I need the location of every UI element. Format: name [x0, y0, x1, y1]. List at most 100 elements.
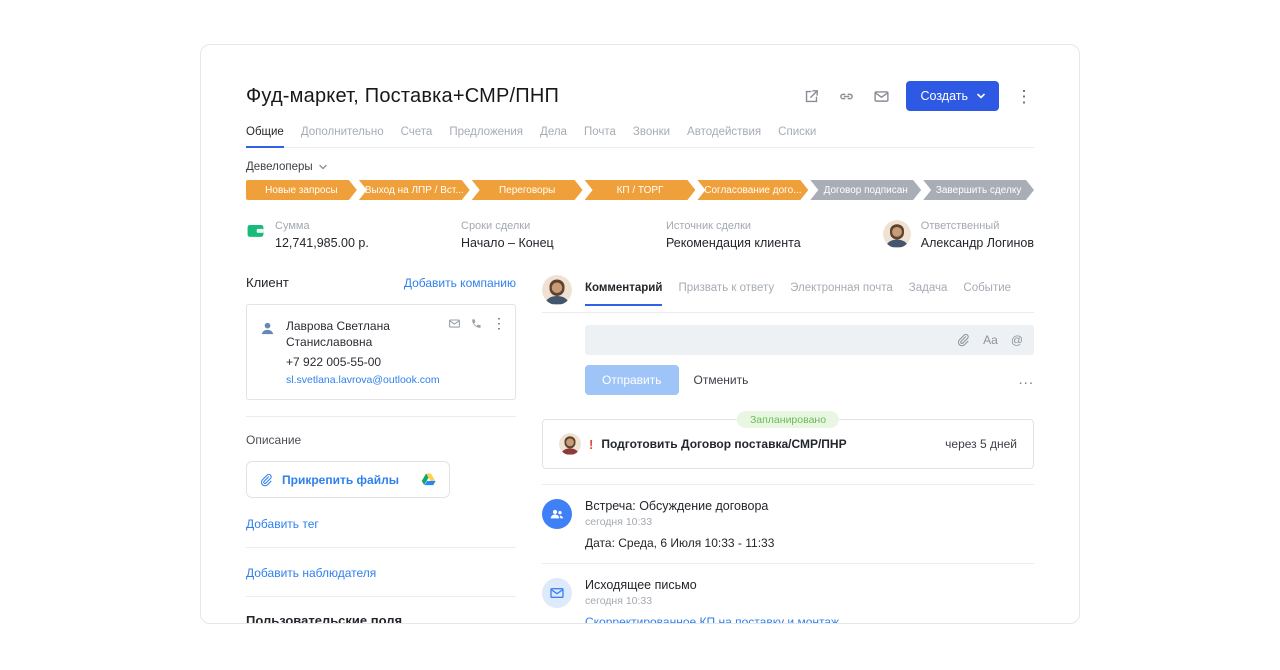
- meeting-time: сегодня 10:33: [585, 516, 774, 528]
- stage-close-deal[interactable]: Завершить сделку: [923, 180, 1034, 200]
- title-actions: Создать ⋮: [801, 81, 1034, 111]
- email-entry[interactable]: Исходящее письмо сегодня 10:33 Скорректи…: [542, 564, 1034, 624]
- timeline-tabs-row: Комментарий Призвать к ответу Электронна…: [542, 275, 1034, 313]
- main-tabs: Общие Дополнительно Счета Предложения Де…: [246, 126, 1034, 148]
- priority-exclamation-icon: !: [589, 437, 593, 452]
- open-in-new-icon[interactable]: [801, 86, 821, 106]
- timeline-panel: Комментарий Призвать к ответу Электронна…: [542, 275, 1034, 623]
- more-menu-icon[interactable]: ⋮: [1014, 86, 1034, 106]
- meeting-icon: [542, 499, 572, 529]
- tab-lists[interactable]: Списки: [778, 126, 816, 147]
- timeline-tab-event[interactable]: Событие: [963, 282, 1011, 305]
- divider: [246, 416, 516, 417]
- timeline-tab-email[interactable]: Электронная почта: [790, 282, 893, 305]
- stage-decision-maker[interactable]: Выход на ЛПР / Вст...: [359, 180, 470, 200]
- stage-new-requests[interactable]: Новые запросы: [246, 180, 357, 200]
- task-title[interactable]: Подготовить Договор поставка/СМР/ПНР: [601, 437, 846, 451]
- meeting-title[interactable]: Встреча: Обсуждение договора: [585, 499, 774, 513]
- owner-avatar[interactable]: [883, 220, 911, 248]
- page-background: Фуд-маркет, Поставка+СМР/ПНП Создать: [0, 0, 1280, 670]
- stage-negotiations[interactable]: Переговоры: [472, 180, 583, 200]
- attach-icon[interactable]: [956, 333, 970, 347]
- attach-files-button[interactable]: Прикрепить файлы: [246, 461, 450, 498]
- page-title: Фуд-маркет, Поставка+СМР/ПНП: [246, 85, 559, 108]
- create-button-label: Создать: [920, 89, 968, 103]
- amount-value: 12,741,985.00 р.: [275, 236, 369, 250]
- paperclip-icon: [259, 473, 273, 487]
- mail-icon[interactable]: [871, 86, 891, 106]
- tab-additional[interactable]: Дополнительно: [301, 126, 384, 147]
- contact-name[interactable]: Лаврова Светлана Станиславовна: [286, 318, 406, 350]
- outgoing-email-icon: [542, 578, 572, 608]
- pipeline-selector[interactable]: Девелоперы: [246, 161, 327, 173]
- custom-fields-title: Пользовательские поля: [246, 613, 516, 624]
- divider: [246, 547, 516, 548]
- owner-label: Ответственный: [921, 220, 1034, 232]
- call-icon[interactable]: [470, 317, 483, 330]
- comment-input[interactable]: Aa @: [585, 325, 1034, 355]
- amount-block: Сумма 12,741,985.00 р.: [246, 220, 461, 250]
- tab-general[interactable]: Общие: [246, 126, 284, 147]
- timeline-tab-mention[interactable]: Призвать к ответу: [678, 282, 774, 305]
- source-label: Источник сделки: [666, 220, 883, 232]
- attach-files-label: Прикрепить файлы: [282, 473, 399, 487]
- contact-email[interactable]: sl.svetlana.lavrova@outlook.com: [286, 374, 440, 386]
- amount-label: Сумма: [275, 220, 369, 232]
- add-company-link[interactable]: Добавить компанию: [404, 276, 516, 290]
- tab-mail[interactable]: Почта: [584, 126, 616, 147]
- format-icon[interactable]: Aa: [983, 333, 998, 347]
- timeline-tab-task[interactable]: Задача: [909, 282, 948, 305]
- add-tag-link[interactable]: Добавить тег: [246, 517, 319, 531]
- owner-block: Ответственный Александр Логинов: [883, 220, 1034, 250]
- mention-icon[interactable]: @: [1011, 333, 1023, 347]
- copy-link-icon[interactable]: [836, 86, 856, 106]
- timeline-tab-comment[interactable]: Комментарий: [585, 282, 662, 305]
- planned-task-card[interactable]: Запланировано ! Подготовить Договор пост…: [542, 419, 1034, 469]
- email-subject-link[interactable]: Скорректированное КП на поставку и монта…: [585, 615, 918, 624]
- client-panel: Клиент Добавить компанию Лаврова Светлан…: [246, 275, 516, 623]
- stage-contract-approval[interactable]: Согласование дого...: [697, 180, 808, 200]
- task-due: через 5 дней: [945, 437, 1017, 451]
- title-bar: Фуд-маркет, Поставка+СМР/ПНП Создать: [246, 81, 1034, 111]
- email-time: сегодня 10:33: [585, 595, 918, 607]
- task-avatar: [559, 433, 581, 455]
- cancel-button[interactable]: Отменить: [694, 373, 749, 387]
- current-user-avatar: [542, 275, 572, 305]
- chevron-down-icon: [319, 163, 327, 171]
- source-value[interactable]: Рекомендация клиента: [666, 236, 883, 250]
- comment-composer: Aa @ Отправить Отменить ...: [585, 325, 1034, 395]
- owner-value[interactable]: Александр Логинов: [921, 236, 1034, 250]
- tab-activities[interactable]: Дела: [540, 126, 567, 147]
- dates-value[interactable]: Начало – Конец: [461, 236, 666, 250]
- description-label: Описание: [246, 433, 516, 447]
- chevron-down-icon: [977, 93, 985, 99]
- contact-more-icon[interactable]: ⋮: [492, 316, 506, 330]
- meeting-entry[interactable]: Встреча: Обсуждение договора сегодня 10:…: [542, 485, 1034, 563]
- person-icon: [259, 320, 276, 337]
- contact-phone[interactable]: +7 922 005-55-00: [286, 355, 440, 369]
- planned-badge: Запланировано: [737, 411, 839, 428]
- send-email-icon[interactable]: [448, 317, 461, 330]
- tab-invoices[interactable]: Счета: [401, 126, 433, 147]
- wallet-icon: [246, 221, 265, 240]
- source-block: Источник сделки Рекомендация клиента: [666, 220, 883, 250]
- dates-label: Сроки сделки: [461, 220, 666, 232]
- create-button[interactable]: Создать: [906, 81, 999, 111]
- dates-block: Сроки сделки Начало – Конец: [461, 220, 666, 250]
- stage-proposal[interactable]: КП / ТОРГ: [585, 180, 696, 200]
- stage-contract-signed[interactable]: Договор подписан: [810, 180, 921, 200]
- divider: [246, 596, 516, 597]
- pipeline-name: Девелоперы: [246, 161, 313, 173]
- tab-offers[interactable]: Предложения: [449, 126, 523, 147]
- add-watcher-link[interactable]: Добавить наблюдателя: [246, 566, 376, 580]
- client-section-title: Клиент: [246, 275, 289, 290]
- google-drive-icon: [420, 471, 437, 488]
- deal-card: Фуд-маркет, Поставка+СМР/ПНП Создать: [200, 44, 1080, 624]
- tab-automations[interactable]: Автодействия: [687, 126, 761, 147]
- email-title: Исходящее письмо: [585, 578, 918, 592]
- send-button[interactable]: Отправить: [585, 365, 679, 395]
- contact-card[interactable]: Лаврова Светлана Станиславовна +7 922 00…: [246, 304, 516, 400]
- stage-bar: Новые запросы Выход на ЛПР / Вст... Пере…: [246, 180, 1034, 200]
- deal-summary-row: Сумма 12,741,985.00 р. Сроки сделки Нача…: [246, 220, 1034, 250]
- tab-calls[interactable]: Звонки: [633, 126, 670, 147]
